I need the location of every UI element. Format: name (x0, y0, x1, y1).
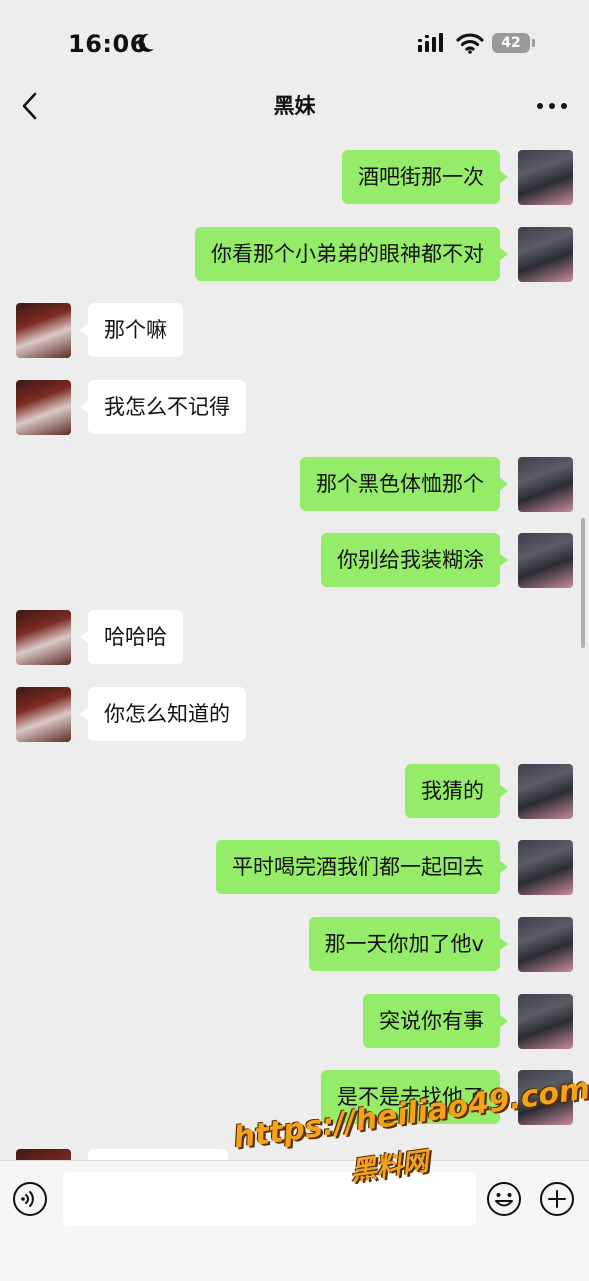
my-avatar[interactable] (518, 227, 573, 282)
message-bubble[interactable]: 哈哈哈 (80, 610, 183, 664)
message-row: 我猜的 (0, 764, 589, 820)
my-avatar[interactable] (518, 150, 573, 205)
battery-indicator: 42 (492, 33, 530, 53)
emoji-icon[interactable] (486, 1181, 522, 1217)
input-bar (0, 1160, 589, 1281)
message-bubble-partial (88, 1149, 228, 1160)
status-bar: 16:06 42 (0, 0, 589, 84)
contact-avatar-partial (16, 1149, 71, 1160)
chat-header: 黑妹 (0, 84, 589, 132)
message-row: 那个嘛 (0, 303, 589, 359)
message-input[interactable] (63, 1172, 476, 1226)
message-row: 突说你有事 (0, 994, 589, 1050)
my-avatar[interactable] (518, 764, 573, 819)
message-row: 哈哈哈 (0, 610, 589, 666)
contact-avatar[interactable] (16, 610, 71, 665)
message-bubble[interactable]: 平时喝完酒我们都一起回去 (216, 840, 508, 894)
message-list[interactable]: 酒吧街那一次 你看那个小弟弟的眼神都不对 那个嘛 我怎么不记得 那个黑色体恤那个… (0, 132, 589, 1160)
message-bubble[interactable]: 那个嘛 (80, 303, 183, 357)
contact-avatar[interactable] (16, 380, 71, 435)
message-bubble[interactable]: 突说你有事 (363, 994, 508, 1048)
wifi-icon (456, 33, 484, 54)
more-dots-icon[interactable] (535, 96, 569, 116)
battery-cap (532, 39, 535, 47)
message-row: 你怎么知道的 (0, 687, 589, 743)
my-avatar[interactable] (518, 533, 573, 588)
message-row: 平时喝完酒我们都一起回去 (0, 840, 589, 896)
message-row: 酒吧街那一次 (0, 150, 589, 206)
my-avatar[interactable] (518, 457, 573, 512)
message-bubble[interactable]: 那一天你加了他v (308, 917, 509, 971)
my-avatar[interactable] (518, 917, 573, 972)
plus-icon[interactable] (539, 1181, 575, 1217)
my-avatar[interactable] (518, 840, 573, 895)
message-bubble[interactable]: 我猜的 (405, 764, 508, 818)
message-bubble[interactable]: 酒吧街那一次 (342, 150, 508, 204)
message-bubble[interactable]: 那个黑色体恤那个 (300, 457, 508, 511)
moon-icon (138, 33, 154, 52)
contact-avatar[interactable] (16, 687, 71, 742)
contact-avatar[interactable] (16, 303, 71, 358)
scrollbar[interactable] (581, 518, 585, 648)
message-bubble[interactable]: 你怎么知道的 (80, 687, 246, 741)
message-row: 那一天你加了他v (0, 917, 589, 973)
chat-title: 黑妹 (273, 94, 316, 118)
my-avatar[interactable] (518, 994, 573, 1049)
message-bubble[interactable]: 你看那个小弟弟的眼神都不对 (195, 227, 508, 281)
signal-icon (418, 33, 443, 52)
message-row: 我怎么不记得 (0, 380, 589, 436)
message-row: 你别给我装糊涂 (0, 533, 589, 589)
message-row: 你看那个小弟弟的眼神都不对 (0, 227, 589, 283)
voice-icon[interactable] (12, 1181, 48, 1217)
message-row: 那个黑色体恤那个 (0, 457, 589, 513)
message-bubble[interactable]: 我怎么不记得 (80, 380, 246, 434)
message-bubble[interactable]: 你别给我装糊涂 (321, 533, 508, 587)
